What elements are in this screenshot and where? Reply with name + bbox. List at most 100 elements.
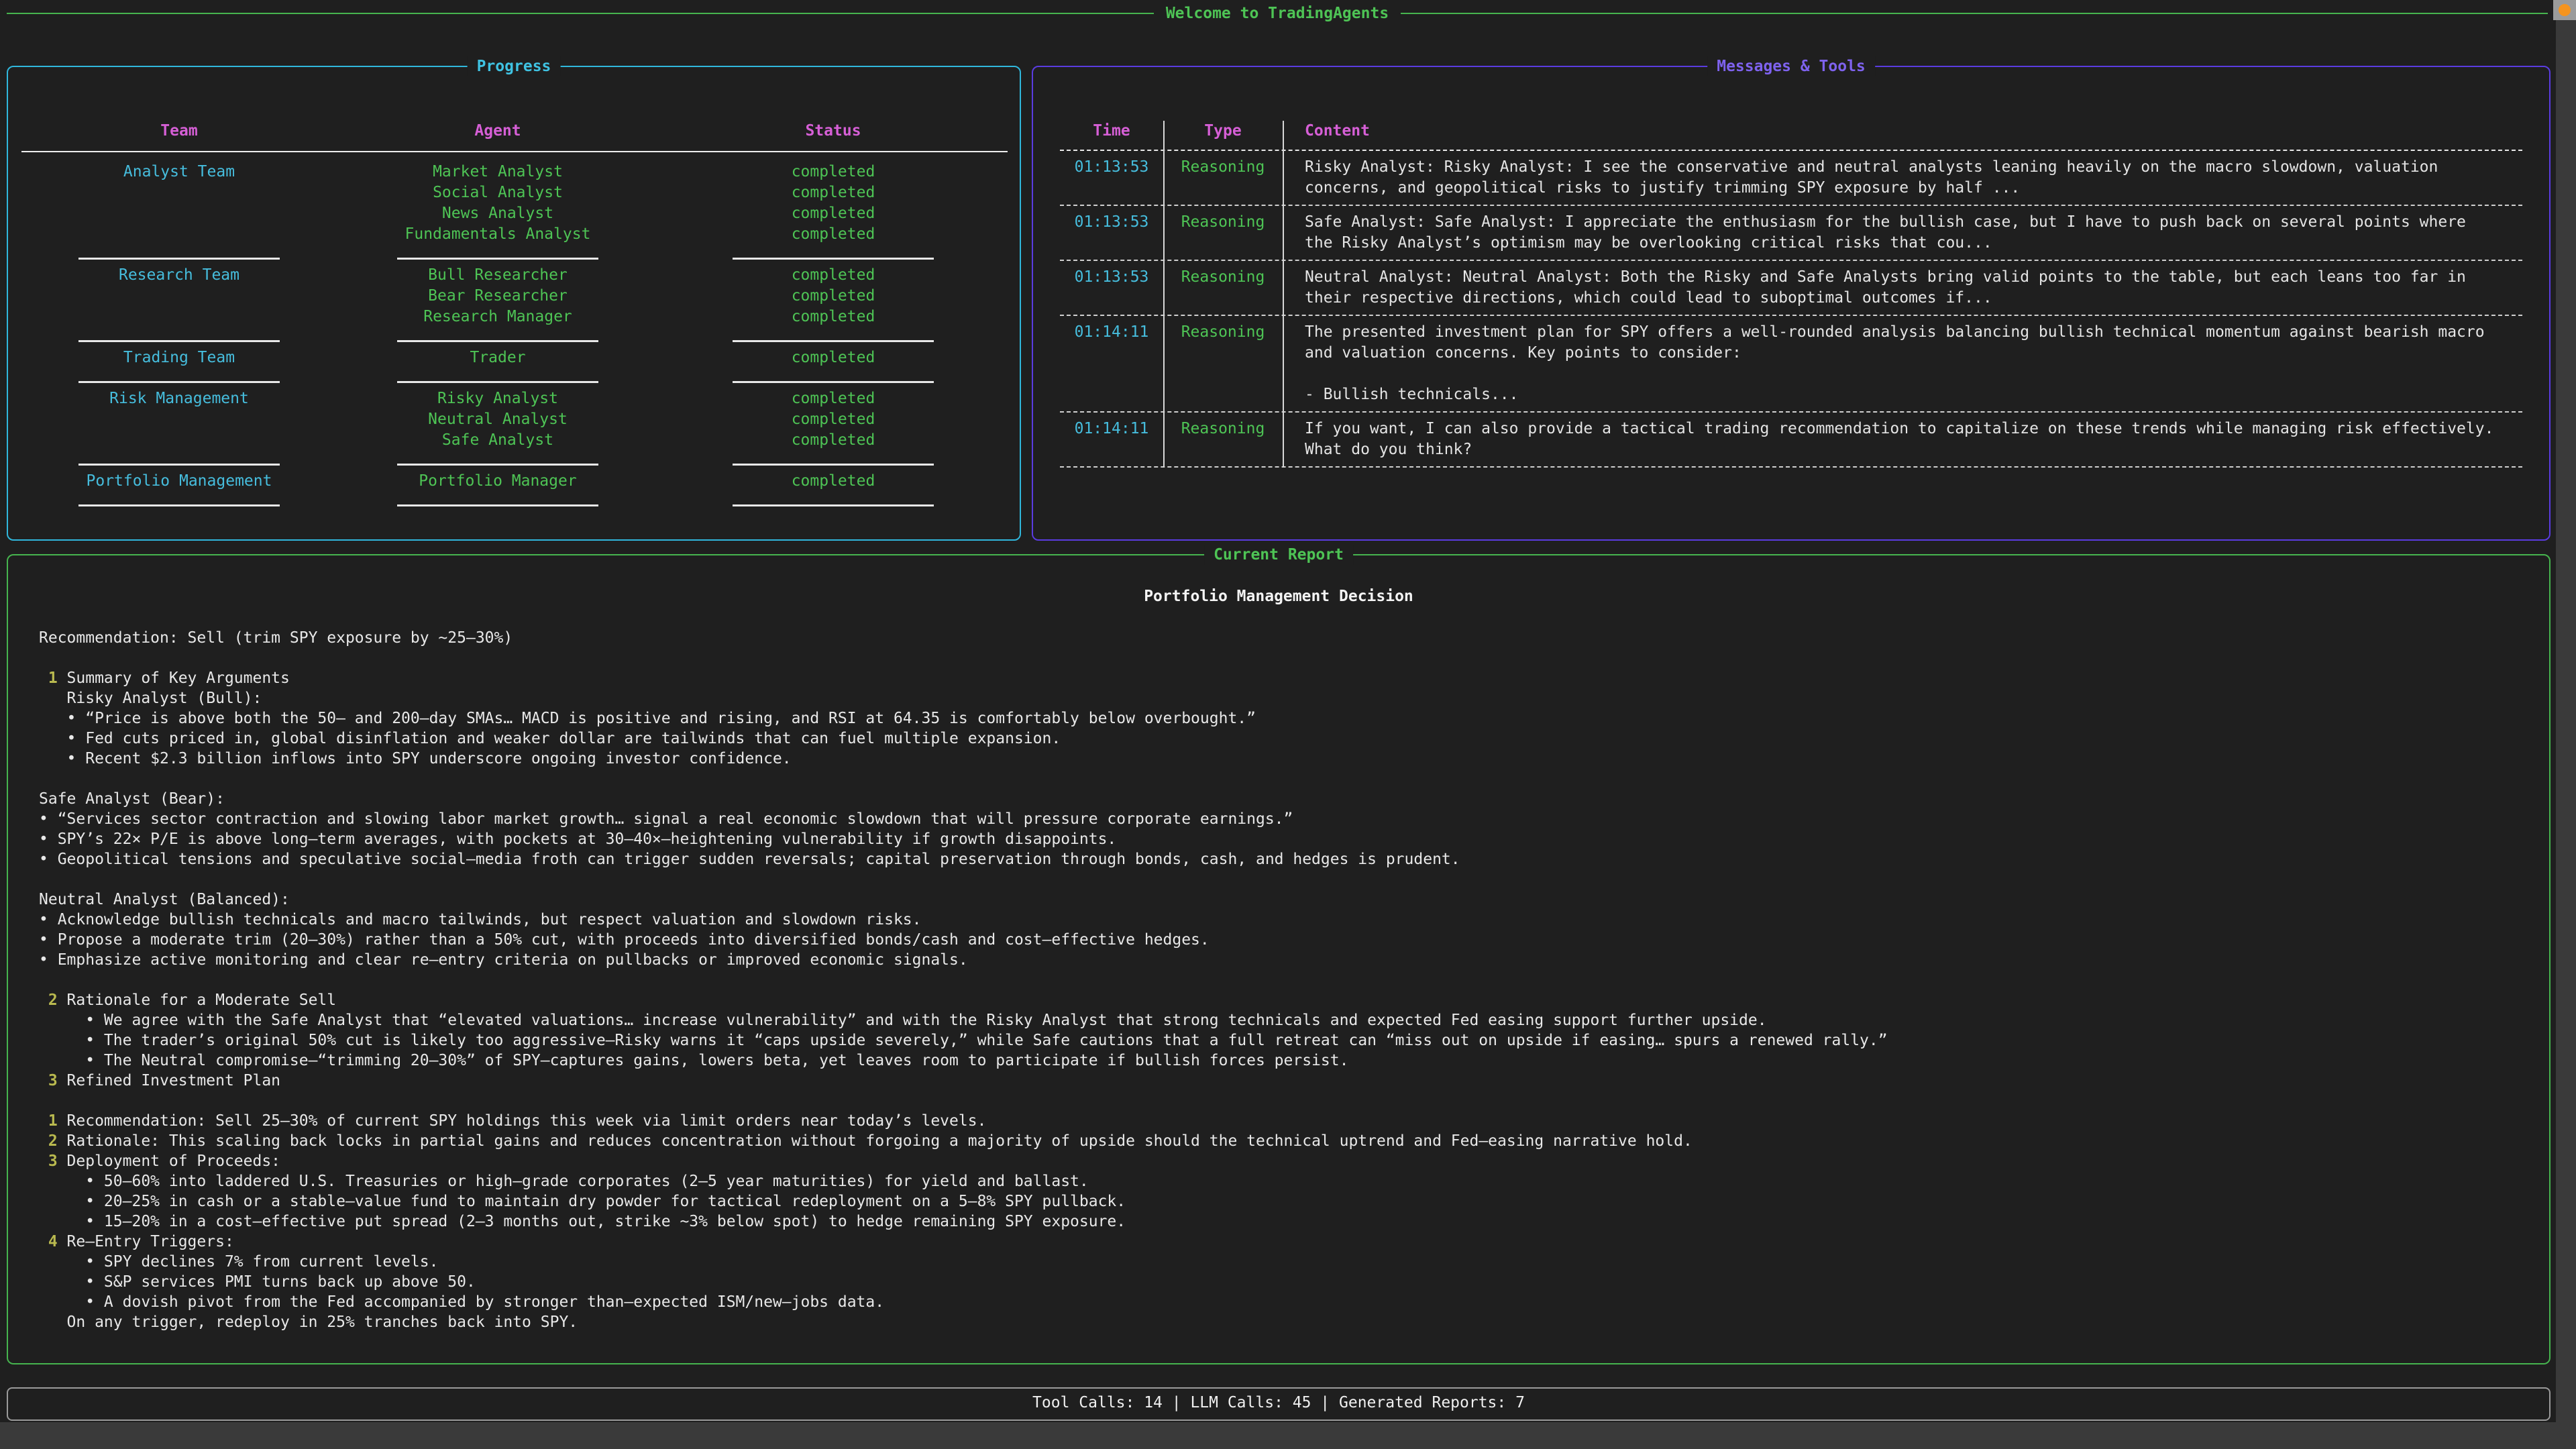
progress-row: Risk ManagementRisky Analystcompleted (21, 388, 1008, 409)
report-text: • “Price is above both the 50– and 200–d… (39, 710, 1256, 727)
separator-cell (659, 493, 1008, 511)
progress-group-separator (21, 368, 1008, 388)
team-cell (21, 182, 337, 203)
report-line: • Geopolitical tensions and speculative … (39, 849, 2529, 869)
current-report-title: Current Report (1204, 545, 1353, 565)
message-row: 01:13:53ReasoningNeutral Analyst: Neutra… (1060, 261, 2522, 316)
message-type: Reasoning (1163, 157, 1283, 199)
progress-panel-title: Progress (468, 56, 561, 76)
message-time: 01:13:53 (1060, 212, 1163, 254)
report-line: 1 Summary of Key Arguments (39, 668, 2529, 688)
report-line: • “Services sector contraction and slowi… (39, 809, 2529, 829)
progress-row: Research TeamBull Researchercompleted (21, 265, 1008, 286)
report-text: • 20–25% in cash or a stable–value fund … (39, 1193, 1126, 1210)
progress-group-separator (21, 327, 1008, 347)
status-cell: completed (659, 224, 1008, 245)
current-report-panel: Current Report Portfolio Management Deci… (7, 554, 2551, 1364)
report-text: • Fed cuts priced in, global disinflatio… (39, 730, 1061, 747)
status-cell: completed (659, 388, 1008, 409)
report-line: • 15–20% in a cost–effective put spread … (39, 1212, 2529, 1232)
welcome-banner: Welcome to TradingAgents (7, 4, 2548, 23)
report-line: 2 Rationale: This scaling back locks in … (39, 1131, 2529, 1151)
vertical-scrollbar-track[interactable] (2556, 0, 2576, 1449)
status-cell: completed (659, 182, 1008, 203)
horizontal-scrollbar-track[interactable] (0, 1422, 2576, 1449)
scrollbar-thumb[interactable] (2553, 0, 2576, 20)
message-type: Reasoning (1163, 419, 1283, 460)
report-line (39, 1091, 2529, 1111)
report-line: 3 Refined Investment Plan (39, 1071, 2529, 1091)
report-line (39, 970, 2529, 990)
progress-row: Social Analystcompleted (21, 182, 1008, 203)
report-line (39, 648, 2529, 668)
report-line: 3 Deployment of Proceeds: (39, 1151, 2529, 1171)
report-line: 2 Rationale for a Moderate Sell (39, 990, 2529, 1010)
message-row: 01:14:11ReasoningThe presented investmen… (1060, 316, 2522, 413)
agent-cell: Portfolio Manager (337, 471, 659, 492)
footer-stats: Tool Calls: 14 | LLM Calls: 45 | Generat… (8, 1389, 2549, 1417)
messages-col-time: Time (1060, 121, 1163, 142)
report-line: Risky Analyst (Bull): (39, 688, 2529, 708)
report-text: • Propose a moderate trim (20–30%) rathe… (39, 931, 1210, 949)
report-text: • Geopolitical tensions and speculative … (39, 851, 1460, 868)
status-cell: completed (659, 409, 1008, 430)
message-row: 01:14:11ReasoningIf you want, I can also… (1060, 413, 2522, 468)
report-text: • Recent $2.3 billion inflows into SPY u… (39, 750, 792, 767)
banner-rule-line-left (7, 13, 1154, 14)
separator-cell (21, 493, 337, 511)
messages-column-divider-1 (1163, 121, 1165, 468)
separator-cell (659, 246, 1008, 264)
report-text: • We agree with the Safe Analyst that “e… (39, 1012, 1767, 1029)
report-text: Deployment of Proceeds: (67, 1152, 281, 1170)
report-heading: Portfolio Management Decision (8, 588, 2549, 605)
team-cell (21, 409, 337, 430)
agent-cell: Bull Researcher (337, 265, 659, 286)
list-number: 1 (39, 1112, 67, 1130)
messages-table: Time Type Content 01:13:53ReasoningRisky… (1060, 121, 2522, 468)
separator-cell (21, 329, 337, 346)
banner-rule-line-right (1401, 13, 2548, 14)
messages-col-type: Type (1163, 121, 1283, 142)
progress-group-separator (21, 451, 1008, 471)
team-cell: Research Team (21, 265, 337, 286)
report-text: • SPY’s 22× P/E is above long–term avera… (39, 830, 1116, 848)
report-text: • The trader’s original 50% cut is likel… (39, 1032, 1888, 1049)
message-content: Safe Analyst: Safe Analyst: I appreciate… (1283, 212, 2522, 254)
report-line: • Emphasize active monitoring and clear … (39, 950, 2529, 970)
report-line: • The trader’s original 50% cut is likel… (39, 1030, 2529, 1051)
agent-cell: Market Analyst (337, 162, 659, 182)
progress-col-status: Status (659, 121, 1008, 142)
team-cell (21, 307, 337, 327)
report-text: Risky Analyst (Bull): (39, 690, 262, 707)
status-cell: completed (659, 430, 1008, 451)
separator-cell (337, 329, 659, 346)
list-number: 2 (39, 991, 67, 1009)
separator-cell (21, 246, 337, 264)
progress-row: Neutral Analystcompleted (21, 409, 1008, 430)
report-line: • A dovish pivot from the Fed accompanie… (39, 1292, 2529, 1312)
report-text: Recommendation: Sell 25–30% of current S… (67, 1112, 987, 1130)
report-line: • Recent $2.3 billion inflows into SPY u… (39, 749, 2529, 769)
message-content: Neutral Analyst: Neutral Analyst: Both t… (1283, 267, 2522, 309)
progress-row: Analyst TeamMarket Analystcompleted (21, 162, 1008, 182)
progress-row: News Analystcompleted (21, 203, 1008, 224)
progress-panel: Progress Team Agent Status Analyst TeamM… (7, 66, 1021, 541)
report-text: Summary of Key Arguments (67, 669, 290, 687)
progress-row: Portfolio ManagementPortfolio Managercom… (21, 471, 1008, 492)
progress-header-underline (21, 151, 1008, 152)
report-text: • The Neutral compromise—“trimming 20–30… (39, 1052, 1348, 1069)
report-line: • SPY declines 7% from current levels. (39, 1252, 2529, 1272)
report-line: • The Neutral compromise—“trimming 20–30… (39, 1051, 2529, 1071)
report-text: Safe Analyst (Bear): (39, 790, 225, 808)
list-number: 3 (39, 1152, 67, 1170)
messages-col-content: Content (1283, 121, 2522, 142)
agent-cell: News Analyst (337, 203, 659, 224)
agent-cell: Neutral Analyst (337, 409, 659, 430)
message-type: Reasoning (1163, 212, 1283, 254)
message-time: 01:13:53 (1060, 267, 1163, 309)
messages-table-header: Time Type Content (1060, 121, 2522, 142)
progress-col-team: Team (21, 121, 337, 142)
agent-cell: Fundamentals Analyst (337, 224, 659, 245)
list-number: 1 (39, 669, 67, 687)
report-text: Recommendation: Sell (trim SPY exposure … (39, 629, 513, 647)
